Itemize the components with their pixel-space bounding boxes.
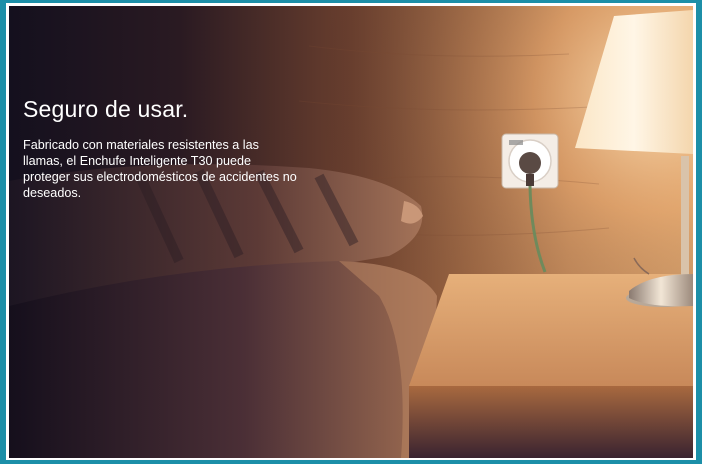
section-headline: Seguro de usar. <box>23 96 189 122</box>
section-description: Fabricado con materiales resistentes a l… <box>23 138 297 200</box>
bedroom-photo <box>9 6 693 458</box>
text-block: Seguro de usar. Fabricado con materiales… <box>23 94 313 201</box>
hero-banner: Seguro de usar. Fabricado con materiales… <box>9 6 693 458</box>
